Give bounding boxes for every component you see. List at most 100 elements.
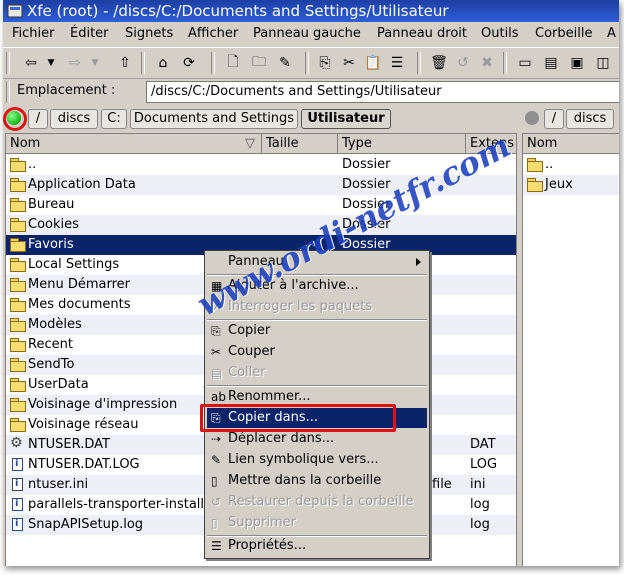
new-file-icon[interactable]: 🗋: [223, 53, 243, 73]
forward-arrow-icon[interactable]: ⇨: [65, 53, 85, 73]
menu-outils[interactable]: Outils: [481, 26, 519, 41]
folder-icon: [10, 258, 26, 272]
trash-icon[interactable]: 🗑: [429, 53, 449, 73]
menu-item-couper[interactable]: ✂ Couper: [207, 342, 427, 362]
menu-item-supprimer[interactable]: ▯ Supprimer: [207, 513, 427, 533]
move-to-icon: ⇢: [211, 432, 222, 446]
folder-icon: [10, 358, 26, 372]
menu-editer[interactable]: Éditer: [70, 26, 109, 41]
properties-icon[interactable]: ☰: [387, 53, 407, 73]
folder-icon: [10, 298, 26, 312]
view-two-panels-icon[interactable]: ◫: [593, 53, 613, 73]
active-panel-indicator-icon: [7, 111, 21, 125]
folder-icon: [10, 398, 26, 412]
file-name: Voisinage d'impression: [28, 397, 178, 412]
menu-signets[interactable]: Signets: [125, 26, 173, 41]
menu-item-lien-symbolique[interactable]: ✎ Lien symbolique vers...: [207, 450, 427, 470]
view-tree-icon[interactable]: ▤: [541, 53, 561, 73]
menu-afficher[interactable]: Afficher: [188, 26, 238, 41]
menu-item-label: Lien symbolique vers...: [228, 452, 379, 467]
new-folder-icon[interactable]: 🗀: [249, 53, 269, 73]
copy-icon: ⎘: [211, 324, 221, 338]
file-name: Voisinage réseau: [28, 417, 139, 432]
toolbar-separator: [141, 52, 145, 74]
cut-icon[interactable]: ✂: [339, 53, 359, 73]
file-name: Modèles: [28, 317, 82, 332]
menu-item-corbeille[interactable]: ▯ Mettre dans la corbeille: [207, 471, 427, 491]
menu-more[interactable]: A: [607, 26, 616, 41]
menu-item-label: Coller: [228, 365, 266, 380]
location-label: Emplacement :: [17, 83, 116, 98]
file-name: UserData: [28, 377, 89, 392]
xfe-app-icon: [7, 4, 23, 18]
copy-icon[interactable]: ⎘: [315, 53, 335, 73]
menu-item-label: Supprimer: [228, 515, 296, 530]
folder-icon: [10, 378, 26, 392]
terminal-icon[interactable]: ▣: [567, 53, 587, 73]
folder-icon: [10, 198, 26, 212]
breadcrumb-documents-and-settings[interactable]: Documents and Settings: [130, 109, 298, 129]
location-bar: Emplacement : /discs/C:/Documents and Se…: [3, 79, 619, 105]
rename-icon: ab: [211, 390, 226, 404]
breadcrumb-discs[interactable]: discs: [50, 109, 98, 129]
right-file-row[interactable]: ..: [523, 155, 619, 175]
delete-icon[interactable]: ✖: [477, 53, 497, 73]
menu-item-label: Déplacer dans...: [228, 431, 335, 446]
refresh-icon[interactable]: ⟳: [179, 53, 199, 73]
menu-item-restaurer[interactable]: ↺ Restaurer depuis la corbeille: [207, 492, 427, 512]
right-file-row[interactable]: Jeux: [523, 175, 619, 195]
view-panel-icon[interactable]: ▭: [515, 53, 535, 73]
file-name: Local Settings: [28, 257, 120, 272]
file-extension: ini: [470, 477, 486, 492]
restore-icon: ↺: [211, 495, 222, 509]
paste-icon[interactable]: 📋: [363, 53, 383, 73]
forward-history-icon[interactable]: ▼: [85, 53, 105, 73]
folder-icon: [10, 218, 26, 232]
column-header-taille[interactable]: Taille: [262, 134, 338, 154]
file-name: NTUSER.DAT.LOG: [28, 457, 140, 472]
new-link-icon[interactable]: ✎: [275, 53, 295, 73]
breadcrumb-c[interactable]: C:: [101, 109, 127, 129]
delete-icon: ▯: [211, 516, 218, 530]
right-breadcrumb-discs[interactable]: discs: [566, 109, 614, 129]
menu-item-coller[interactable]: ▤ Coller: [207, 363, 427, 383]
right-file-panel: Nom .. Jeux: [522, 133, 619, 566]
file-name: Recent: [28, 337, 73, 352]
menu-item-proprietes[interactable]: ☰ Propriétés...: [207, 536, 427, 556]
info-file-icon: [12, 498, 23, 511]
menu-item-renommer[interactable]: ab Renommer...: [207, 387, 427, 407]
file-name: Favoris: [28, 237, 74, 252]
column-header-type[interactable]: Type: [338, 134, 466, 154]
folder-icon: [10, 238, 26, 252]
submenu-arrow-icon: [416, 258, 421, 266]
menu-item-copier[interactable]: ⎘ Copier: [207, 321, 427, 341]
file-name: Bureau: [28, 197, 75, 212]
right-breadcrumb-root[interactable]: /: [544, 109, 564, 129]
breadcrumb-root[interactable]: /: [28, 109, 48, 129]
file-row[interactable]: Cookies Dossier: [6, 215, 516, 235]
folder-icon: [10, 338, 26, 352]
back-arrow-icon[interactable]: ⇦: [21, 53, 41, 73]
window-title: Xfe (root) - /discs/C:/Documents and Set…: [27, 2, 449, 20]
restore-icon[interactable]: ↺: [453, 53, 473, 73]
menu-corbeille[interactable]: Corbeille: [535, 26, 592, 41]
back-history-icon[interactable]: ▼: [41, 53, 61, 73]
sort-arrow-icon: ▽: [245, 136, 255, 151]
location-input[interactable]: /discs/C:/Documents and Settings/Utilisa…: [146, 81, 619, 103]
up-arrow-icon[interactable]: ⇧: [115, 53, 135, 73]
menu-fichier[interactable]: Fichier: [12, 26, 55, 41]
title-bar[interactable]: Xfe (root) - /discs/C:/Documents and Set…: [3, 0, 619, 22]
breadcrumb-utilisateur[interactable]: Utilisateur: [301, 109, 391, 129]
menu-panneau-gauche[interactable]: Panneau gauche: [253, 26, 361, 41]
menu-item-deplacer-dans[interactable]: ⇢ Déplacer dans...: [207, 429, 427, 449]
column-header-nom[interactable]: Nom ▽: [6, 134, 262, 154]
file-name: SnapAPISetup.log: [28, 517, 144, 532]
home-icon[interactable]: ⌂: [153, 53, 173, 73]
menu-item-label: Mettre dans la corbeille: [228, 473, 382, 488]
file-name: ..: [28, 157, 37, 172]
folder-icon: [10, 278, 26, 292]
right-column-header-nom[interactable]: Nom: [523, 134, 619, 154]
menu-item-label: Propriétés...: [228, 538, 307, 553]
menu-panneau-droit[interactable]: Panneau droit: [377, 26, 467, 41]
menu-item-copier-dans[interactable]: ⎘ Copier dans...: [207, 408, 427, 428]
